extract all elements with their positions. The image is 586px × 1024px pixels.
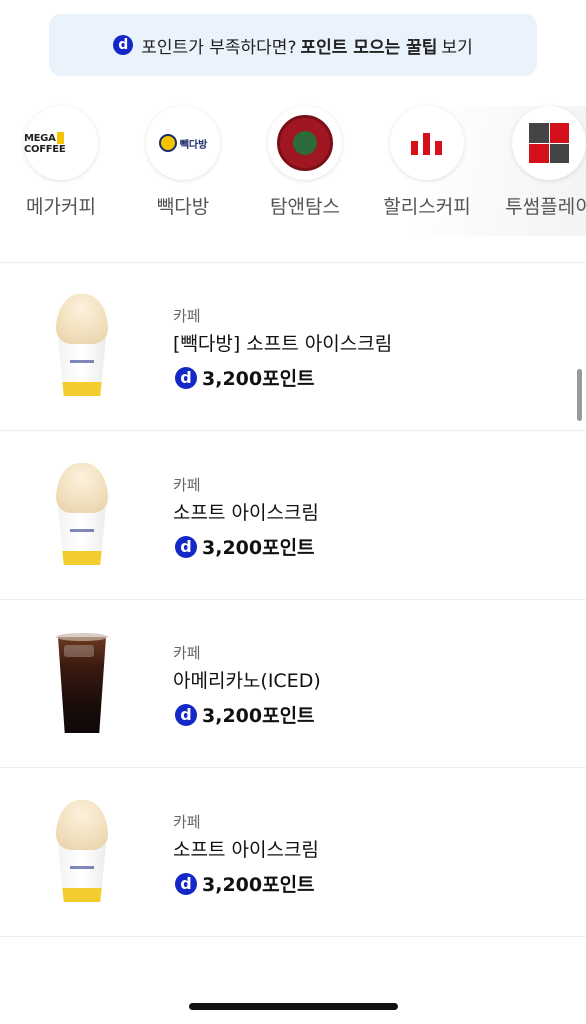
product-price-value: 3,200포인트: [202, 874, 315, 896]
banner-text-after: 보기: [441, 37, 473, 58]
product-item[interactable]: 카페 아메리카노(ICED) d 3,200포인트: [0, 600, 586, 768]
product-category: 카페: [173, 307, 201, 325]
soft-ice-cream-image: [40, 460, 124, 570]
product-item[interactable]: 카페 소프트 아이스크림 d 3,200포인트: [0, 432, 586, 600]
brand-item-tom-n-toms[interactable]: 탐앤탐스: [244, 106, 366, 219]
mega-coffee-logo: MEGACOFFEE: [24, 106, 98, 180]
brand-name: 할리스커피: [383, 196, 471, 218]
brand-item-mega-coffee[interactable]: MEGACOFFEE 메가커피: [0, 106, 122, 219]
brand-carousel[interactable]: MEGACOFFEE 메가커피 빽다방 빽다방 탐앤탐스 할리스커피 투썸플레이: [0, 106, 586, 236]
product-title: 아메리카노(ICED): [173, 670, 321, 692]
product-title: 소프트 아이스크림: [173, 502, 319, 524]
brand-name: 탐앤탐스: [270, 196, 340, 218]
d-point-icon: d: [113, 35, 134, 55]
product-price: d 3,200포인트: [175, 870, 315, 897]
scrollbar[interactable]: [577, 369, 582, 421]
twosome-place-logo: [512, 106, 586, 180]
banner-text-bold: 포인트 모으는 꿀팁: [300, 37, 438, 58]
banner-text-before: 포인트가 부족하다면?: [141, 37, 297, 58]
gift-shop-page: d 포인트가 부족하다면? 포인트 모으는 꿀팁 보기 MEGACOFFEE 메…: [0, 0, 586, 1024]
product-item[interactable]: 카페 소프트 아이스크림 d 3,200포인트: [0, 769, 586, 937]
iced-americano-image: [40, 628, 124, 738]
brand-item-hollys[interactable]: 할리스커피: [366, 106, 488, 219]
brand-name: 메가커피: [26, 196, 96, 218]
product-item[interactable]: 카페 [빽다방] 소프트 아이스크림 d 3,200포인트: [0, 263, 586, 431]
product-price-value: 3,200포인트: [202, 537, 315, 559]
soft-ice-cream-image: [40, 797, 124, 907]
product-title: 소프트 아이스크림: [173, 839, 319, 861]
hollys-logo: [390, 106, 464, 180]
d-point-icon: d: [175, 535, 197, 558]
d-point-icon: d: [175, 872, 197, 895]
point-tips-banner[interactable]: d 포인트가 부족하다면? 포인트 모으는 꿀팁 보기: [49, 14, 537, 76]
product-price: d 3,200포인트: [175, 701, 315, 728]
product-title: [빽다방] 소프트 아이스크림: [173, 333, 393, 355]
product-price: d 3,200포인트: [175, 533, 315, 560]
product-category: 카페: [173, 813, 201, 831]
product-price: d 3,200포인트: [175, 364, 315, 391]
soft-ice-cream-image: [40, 291, 124, 401]
product-category: 카페: [173, 476, 201, 494]
product-price-value: 3,200포인트: [202, 368, 315, 390]
brand-name: 빽다방: [156, 196, 210, 218]
home-indicator[interactable]: [189, 1003, 398, 1010]
paik-dabang-logo: 빽다방: [146, 106, 220, 180]
d-point-icon: d: [175, 703, 197, 726]
brand-item-twosome-place[interactable]: 투썸플레이: [488, 106, 586, 219]
brand-name: 투썸플레이: [505, 196, 586, 218]
product-price-value: 3,200포인트: [202, 705, 315, 727]
d-point-icon: d: [175, 366, 197, 389]
brand-item-paik-dabang[interactable]: 빽다방 빽다방: [122, 106, 244, 219]
product-category: 카페: [173, 644, 201, 662]
tom-n-toms-logo: [268, 106, 342, 180]
